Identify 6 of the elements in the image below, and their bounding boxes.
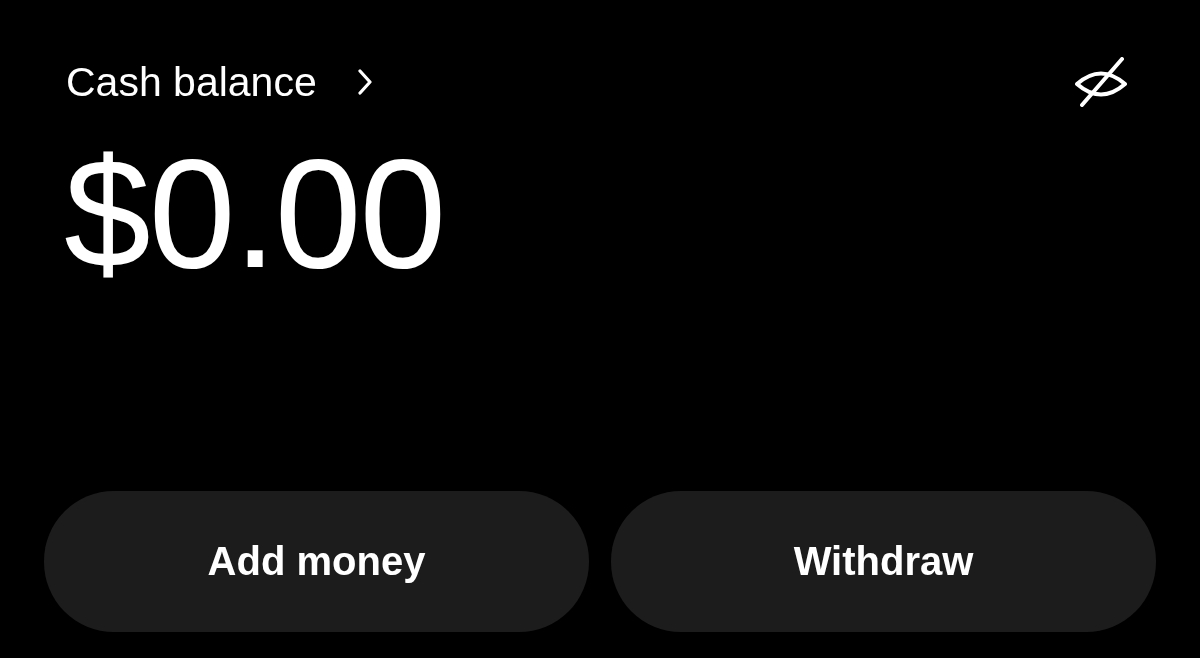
withdraw-button[interactable]: Withdraw <box>611 491 1156 632</box>
add-money-button[interactable]: Add money <box>44 491 589 632</box>
cash-balance-link[interactable]: Cash balance <box>66 57 373 107</box>
balance-amount: $0.00 <box>63 135 445 291</box>
eye-slash-icon[interactable] <box>1074 57 1128 107</box>
chevron-right-icon <box>356 69 373 95</box>
